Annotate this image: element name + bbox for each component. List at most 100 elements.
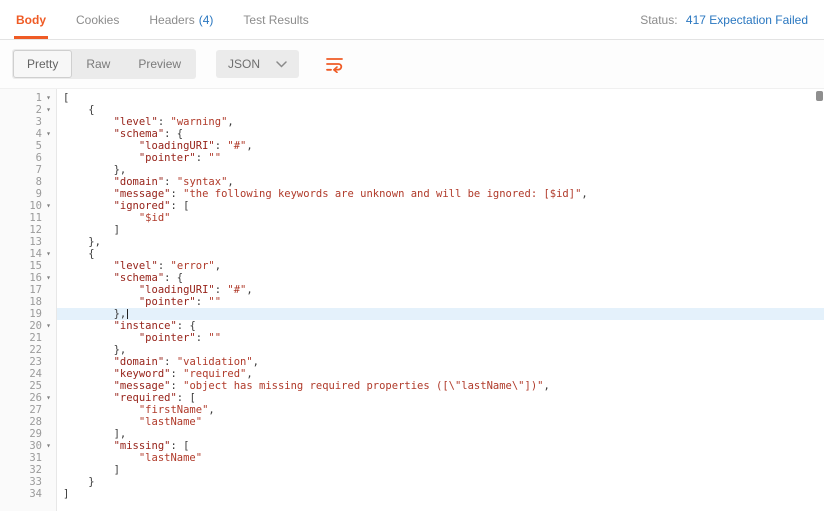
code-line[interactable]: ] — [57, 224, 824, 236]
json-punctuation: , — [252, 356, 259, 368]
json-punctuation — [63, 356, 114, 368]
scrollbar-thumb[interactable] — [816, 91, 823, 101]
code-line[interactable]: "lastName" — [57, 452, 824, 464]
code-line[interactable]: }, — [57, 236, 824, 248]
code-line[interactable]: "$id" — [57, 212, 824, 224]
json-punctuation: : — [164, 356, 177, 368]
code-line[interactable]: ] — [57, 488, 824, 500]
fold-toggle-icon[interactable]: ▾ — [42, 272, 55, 284]
code-line[interactable]: "missing": [ — [57, 440, 824, 452]
json-punctuation: : [ — [170, 440, 190, 452]
json-punctuation: { — [63, 248, 95, 260]
line-number-text: 22 — [29, 344, 42, 356]
json-punctuation: : — [170, 380, 184, 392]
line-number-text: 18 — [29, 296, 42, 308]
fold-toggle-icon[interactable]: ▾ — [42, 92, 55, 104]
line-number: 17 — [0, 284, 56, 296]
view-preview-button[interactable]: Preview — [124, 50, 195, 78]
view-raw-button[interactable]: Raw — [72, 50, 124, 78]
json-punctuation: [ — [63, 92, 70, 104]
fold-toggle-icon[interactable]: ▾ — [42, 320, 55, 332]
json-punctuation — [63, 380, 114, 392]
code-line[interactable]: "schema": { — [57, 128, 824, 140]
code-line[interactable]: { — [57, 248, 824, 260]
json-punctuation — [63, 260, 114, 272]
code-line[interactable]: "level": "error", — [57, 260, 824, 272]
code-line[interactable]: "lastName" — [57, 416, 824, 428]
line-number-text: 31 — [29, 452, 42, 464]
line-number: 15 — [0, 260, 56, 272]
code-line[interactable]: "domain": "validation", — [57, 356, 824, 368]
code-area[interactable]: [ { "level": "warning", "schema": { "loa… — [57, 89, 824, 511]
line-number: 21 — [0, 332, 56, 344]
code-line[interactable]: "pointer": "" — [57, 152, 824, 164]
wrap-text-button[interactable] — [319, 52, 350, 77]
json-punctuation: : — [170, 188, 184, 200]
fold-toggle-icon[interactable]: ▾ — [42, 392, 55, 404]
fold-toggle-icon[interactable]: ▾ — [42, 200, 55, 212]
code-line[interactable]: "pointer": "" — [57, 332, 824, 344]
code-line[interactable]: "keyword": "required", — [57, 368, 824, 380]
line-number-text: 4 — [35, 128, 42, 140]
tab-headers[interactable]: Headers (4) — [149, 0, 213, 39]
code-line[interactable]: [ — [57, 92, 824, 104]
tab-cookies[interactable]: Cookies — [76, 0, 119, 39]
tab-body[interactable]: Body — [14, 0, 48, 39]
line-number-text: 3 — [35, 116, 42, 128]
fold-toggle-icon[interactable]: ▾ — [42, 128, 55, 140]
json-string: "" — [208, 296, 222, 308]
tab-test-results[interactable]: Test Results — [243, 0, 308, 39]
fold-toggle-icon[interactable]: ▾ — [42, 440, 55, 452]
code-line[interactable]: "schema": { — [57, 272, 824, 284]
code-line[interactable]: "firstName", — [57, 404, 824, 416]
line-number: 6 — [0, 152, 56, 164]
code-line[interactable]: }, — [57, 164, 824, 176]
line-number-text: 15 — [29, 260, 42, 272]
json-punctuation — [63, 200, 114, 212]
json-key: "pointer" — [138, 152, 196, 164]
json-key: "loadingURI" — [138, 284, 215, 296]
code-line[interactable]: }, — [57, 308, 824, 320]
code-line[interactable]: "pointer": "" — [57, 296, 824, 308]
code-line[interactable]: ], — [57, 428, 824, 440]
json-key: "instance" — [113, 320, 177, 332]
line-number: 16 ▾ — [0, 272, 56, 284]
code-line[interactable]: "instance": { — [57, 320, 824, 332]
line-number-text: 2 — [35, 104, 42, 116]
code-line[interactable]: "level": "warning", — [57, 116, 824, 128]
json-punctuation: , — [246, 140, 253, 152]
json-string: "syntax" — [176, 176, 228, 188]
language-select[interactable]: JSON — [216, 50, 300, 78]
json-key: "pointer" — [138, 332, 196, 344]
json-punctuation — [63, 152, 139, 164]
line-number-text: 29 — [29, 428, 42, 440]
code-line[interactable]: "loadingURI": "#", — [57, 284, 824, 296]
code-line[interactable]: } — [57, 476, 824, 488]
line-number-text: 8 — [35, 176, 42, 188]
code-line[interactable]: "ignored": [ — [57, 200, 824, 212]
code-line[interactable]: "message": "the following keywords are u… — [57, 188, 824, 200]
fold-toggle-icon[interactable]: ▾ — [42, 248, 55, 260]
line-number: 5 — [0, 140, 56, 152]
json-punctuation — [63, 392, 114, 404]
json-punctuation: }, — [63, 236, 101, 248]
json-string: "#" — [227, 140, 247, 152]
tab-label: Test Results — [243, 12, 309, 27]
line-number: 18 — [0, 296, 56, 308]
line-number-text: 26 — [29, 392, 42, 404]
line-number-text: 1 — [35, 92, 42, 104]
line-number: 22 — [0, 344, 56, 356]
fold-toggle-icon[interactable]: ▾ — [42, 104, 55, 116]
view-pretty-button[interactable]: Pretty — [13, 50, 73, 78]
line-number: 25 — [0, 380, 56, 392]
code-line[interactable]: "required": [ — [57, 392, 824, 404]
code-line[interactable]: ] — [57, 464, 824, 476]
code-line[interactable]: }, — [57, 344, 824, 356]
json-key: "schema" — [113, 128, 165, 140]
code-line[interactable]: "loadingURI": "#", — [57, 140, 824, 152]
code-line[interactable]: "message": "object has missing required … — [57, 380, 824, 392]
language-select-value: JSON — [228, 57, 261, 71]
code-line[interactable]: { — [57, 104, 824, 116]
json-punctuation: ] — [63, 488, 70, 500]
code-line[interactable]: "domain": "syntax", — [57, 176, 824, 188]
